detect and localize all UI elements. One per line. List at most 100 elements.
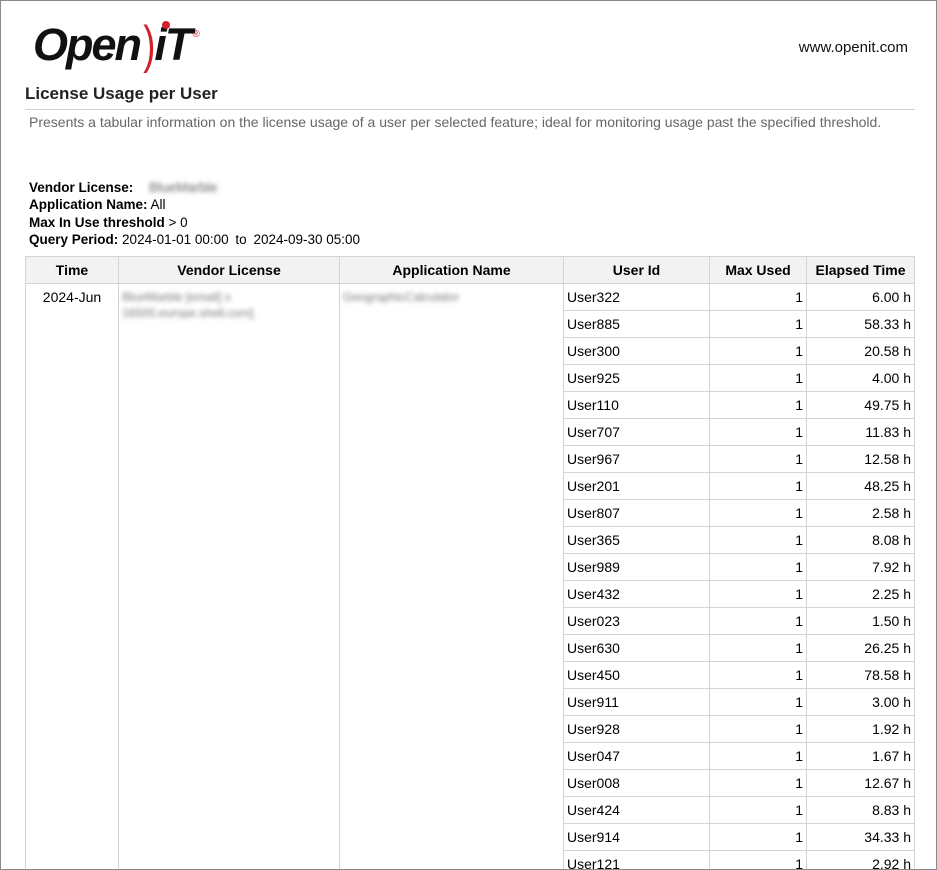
title-divider [25,109,915,110]
cell-elapsed-time: 8.08 h [806,526,915,554]
cell-max-used: 1 [709,364,807,392]
vendor-license-text: BlueMarble [email] x 16500.europe.shell.… [122,290,254,320]
report-page: Open) iT ® www.openit.com License Usage p… [0,0,937,870]
cell-elapsed-time: 1.92 h [806,715,915,743]
application-name-text: GeographicCalculator [343,290,460,304]
cell-max-used: 1 [709,472,807,500]
cell-user-id: User885 [563,310,710,338]
registered-mark: ® [192,29,200,40]
cell-user-id: User925 [563,364,710,392]
cell-application-name: GeographicCalculator [339,283,564,869]
cell-user-id: User300 [563,337,710,365]
report-parameters: Vendor License: BlueMarble Application N… [29,179,360,248]
cell-max-used: 1 [709,634,807,662]
cell-max-used: 1 [709,499,807,527]
cell-elapsed-time: 1.67 h [806,742,915,770]
vendor-license-value: BlueMarble [149,180,218,195]
logo-paren-mark: ) [143,16,155,74]
query-period-param: Query Period: 2024-01-01 00:00 to 2024-0… [29,231,360,248]
cell-max-used: 1 [709,391,807,419]
cell-max-used: 1 [709,850,807,869]
cell-elapsed-time: 8.83 h [806,796,915,824]
cell-vendor-license: BlueMarble [email] x 16500.europe.shell.… [118,283,340,869]
cell-max-used: 1 [709,769,807,797]
cell-user-id: User914 [563,823,710,851]
cell-elapsed-time: 7.92 h [806,553,915,581]
cell-user-id: User630 [563,634,710,662]
max-in-use-label: Max In Use threshold [29,214,165,230]
query-period-start: 2024-01-01 00:00 [122,231,229,247]
header-max-used: Max Used [709,256,807,284]
cell-user-id: User432 [563,580,710,608]
cell-elapsed-time: 58.33 h [806,310,915,338]
cell-user-id: User928 [563,715,710,743]
cell-max-used: 1 [709,553,807,581]
cell-elapsed-time: 26.25 h [806,634,915,662]
application-name-label: Application Name: [29,197,148,213]
cell-max-used: 1 [709,445,807,473]
cell-max-used: 1 [709,580,807,608]
cell-user-id: User121 [563,850,710,869]
cell-elapsed-time: 6.00 h [806,283,915,311]
cell-max-used: 1 [709,283,807,311]
logo-wordmark: Open) iT [33,16,192,74]
header-application-name: Application Name [339,256,564,284]
header-user-id: User Id [563,256,710,284]
header-elapsed-time: Elapsed Time [806,256,915,284]
query-period-to: to [235,231,247,247]
cell-elapsed-time: 78.58 h [806,661,915,689]
cell-user-id: User008 [563,769,710,797]
cell-elapsed-time: 12.67 h [806,769,915,797]
cell-user-id: User110 [563,391,710,419]
cell-elapsed-time: 2.92 h [806,850,915,869]
openit-logo: Open) iT ® [33,17,200,73]
cell-user-id: User424 [563,796,710,824]
cell-elapsed-time: 12.58 h [806,445,915,473]
cell-elapsed-time: 11.83 h [806,418,915,446]
max-in-use-value: > 0 [168,214,188,230]
table-body: 2024-Jun BlueMarble [email] x 16500.europ… [25,283,915,869]
cell-max-used: 1 [709,742,807,770]
cell-max-used: 1 [709,715,807,743]
cell-max-used: 1 [709,688,807,716]
cell-elapsed-time: 4.00 h [806,364,915,392]
cell-elapsed-time: 20.58 h [806,337,915,365]
cell-max-used: 1 [709,796,807,824]
cell-user-id: User365 [563,526,710,554]
header-vendor-license: Vendor License [118,256,340,284]
cell-user-id: User322 [563,283,710,311]
cell-max-used: 1 [709,607,807,635]
report-description: Presents a tabular information on the li… [29,114,882,130]
cell-time: 2024-Jun [25,283,119,869]
vendor-license-param: Vendor License: BlueMarble [29,179,360,196]
cell-user-id: User967 [563,445,710,473]
application-name-value: All [150,197,166,213]
cell-user-id: User201 [563,472,710,500]
cell-max-used: 1 [709,418,807,446]
cell-elapsed-time: 1.50 h [806,607,915,635]
logo-open-text: Open [33,19,142,70]
cell-max-used: 1 [709,337,807,365]
cell-max-used: 1 [709,310,807,338]
usage-table: Time Vendor License Application Name Use… [25,256,915,869]
cell-user-id: User023 [563,607,710,635]
cell-user-id: User989 [563,553,710,581]
vendor-license-label: Vendor License: [29,180,134,195]
table-row: 2024-Jun BlueMarble [email] x 16500.europ… [25,283,915,869]
cell-max-used: 1 [709,661,807,689]
cell-user-id: User047 [563,742,710,770]
cell-elapsed-time: 49.75 h [806,391,915,419]
cell-elapsed-time: 2.25 h [806,580,915,608]
cell-elapsed-time: 2.58 h [806,499,915,527]
cell-elapsed-time: 48.25 h [806,472,915,500]
cell-elapsed-time: 34.33 h [806,823,915,851]
header-time: Time [25,256,119,284]
report-title: License Usage per User [25,84,218,103]
table-header-row: Time Vendor License Application Name Use… [25,256,915,284]
query-period-label: Query Period: [29,231,119,247]
application-name-param: Application Name: All [29,196,360,213]
max-in-use-param: Max In Use threshold > 0 [29,214,360,231]
cell-user-id: User807 [563,499,710,527]
logo-it-text: iT [154,19,192,70]
cell-user-id: User450 [563,661,710,689]
